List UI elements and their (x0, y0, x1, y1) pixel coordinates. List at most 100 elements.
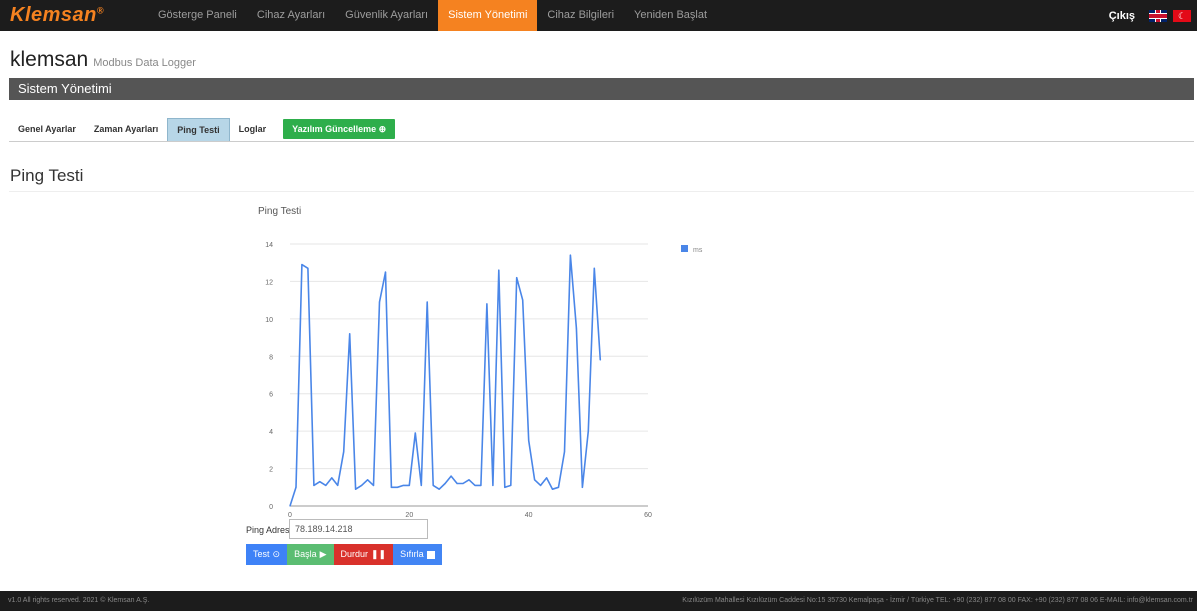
y-tick-label: 14 (265, 242, 273, 249)
data-point (486, 303, 488, 305)
data-point (540, 484, 542, 487)
data-point (402, 484, 404, 487)
tab-loglar[interactable]: Loglar (230, 118, 276, 141)
data-point (528, 439, 530, 442)
start-button-label: Başla (294, 549, 317, 559)
y-tick-label: 2 (269, 467, 273, 474)
start-button[interactable]: Başla ▶ (287, 544, 334, 565)
tab-yazilim-guncelleme-button[interactable]: Yazılım Güncelleme ⊕ (283, 119, 396, 139)
settings-tabs: Genel Ayarlar Zaman Ayarları Ping Testi … (9, 118, 1194, 142)
data-point (581, 486, 583, 488)
data-point (319, 481, 321, 483)
x-tick-label: 60 (644, 512, 652, 519)
y-tick-label: 0 (269, 504, 273, 511)
data-point (361, 484, 363, 487)
data-point (289, 505, 291, 507)
nav-item-gosterge-paneli[interactable]: Gösterge Paneli (148, 0, 247, 31)
data-point (408, 484, 410, 487)
data-point (426, 301, 428, 303)
data-point (516, 277, 518, 279)
ping-address-input[interactable] (289, 519, 428, 539)
y-tick-label: 10 (265, 317, 273, 324)
data-point (593, 267, 595, 269)
stop-button[interactable]: Durdur ❚❚ (333, 544, 394, 565)
y-tick-label: 12 (265, 279, 273, 286)
data-point (468, 479, 470, 481)
footer-copyright: v1.0 All rights reserved. 2021 © Klemsan… (8, 597, 150, 604)
x-tick-label: 40 (525, 512, 533, 519)
footer: v1.0 All rights reserved. 2021 © Klemsan… (0, 591, 1197, 611)
brand-subtitle: Modbus Data Logger (93, 57, 196, 69)
data-point (301, 263, 303, 266)
data-point (307, 267, 309, 269)
data-point (432, 484, 434, 487)
test-button-label: Test (253, 549, 270, 559)
nav-item-cihaz-ayarlari[interactable]: Cihaz Ayarları (247, 0, 335, 31)
heading-divider (9, 191, 1194, 192)
data-point (450, 475, 452, 477)
data-point (444, 482, 446, 485)
nav-item-yeniden-baslat[interactable]: Yeniden Başlat (624, 0, 717, 31)
data-point (414, 432, 416, 434)
data-point (462, 482, 464, 485)
data-point (331, 477, 333, 479)
x-tick-label: 0 (288, 512, 292, 519)
data-point (563, 451, 566, 453)
reset-button-label: Sıfırla (400, 549, 424, 559)
nav-item-guvenlik-ayarlari[interactable]: Güvenlik Ayarları (335, 0, 438, 31)
data-point (575, 327, 577, 329)
data-point (349, 333, 351, 335)
refresh-circle-icon: ⊙ (272, 549, 281, 559)
ping-address-label: Ping Adresi (246, 525, 292, 535)
nav-item-cihaz-bilgileri[interactable]: Cihaz Bilgileri (537, 0, 624, 31)
data-point (492, 484, 494, 487)
legend-swatch (681, 245, 688, 252)
ping-chart-svg: Ping Testi 0 2 4 6 8 10 12 14 0 20 40 60 ms (258, 206, 703, 519)
logout-link[interactable]: Çıkış (1109, 10, 1135, 22)
data-point (384, 271, 387, 273)
tab-genel-ayarlar[interactable]: Genel Ayarlar (9, 118, 85, 141)
data-point (366, 479, 369, 481)
nav-right-group: Çıkış ☾ (1109, 0, 1191, 31)
data-point (599, 359, 601, 361)
legend-label: ms (693, 247, 703, 254)
data-point (557, 486, 560, 488)
data-point (372, 484, 375, 487)
data-point (343, 451, 345, 453)
data-point (569, 254, 572, 256)
data-point (390, 486, 393, 488)
tab-ping-testi[interactable]: Ping Testi (167, 118, 230, 141)
data-point (498, 269, 500, 271)
play-icon: ▶ (319, 549, 327, 559)
reset-button[interactable]: Sıfırla (393, 544, 442, 565)
ping-controls: Test ⊙ Başla ▶ Durdur ❚❚ Sıfırla (246, 544, 442, 565)
klemsan-logo[interactable]: Klemsan® (0, 4, 148, 27)
brand-header: klemsan Modbus Data Logger (10, 48, 196, 72)
test-button[interactable]: Test ⊙ (246, 544, 288, 565)
chart-title: Ping Testi (258, 206, 301, 217)
tab-zaman-ayarlari[interactable]: Zaman Ayarları (85, 118, 167, 141)
data-point (355, 488, 357, 490)
brand-name: klemsan (10, 48, 89, 71)
data-point (545, 477, 548, 479)
data-point (438, 488, 440, 490)
x-tick-label: 20 (405, 512, 413, 519)
data-point (522, 299, 524, 301)
data-point (420, 484, 422, 487)
data-point (295, 486, 297, 488)
data-point (396, 486, 398, 488)
page-title: Ping Testi (10, 166, 84, 185)
flag-uk-icon[interactable] (1149, 9, 1167, 22)
flag-tr-icon[interactable]: ☾ (1173, 9, 1191, 22)
data-point (378, 301, 381, 303)
nav-item-sistem-yonetimi[interactable]: Sistem Yönetimi (438, 0, 538, 31)
data-point (534, 479, 536, 481)
footer-contact: Kızılüzüm Mahallesi Kızılüzüm Caddesi No… (682, 597, 1193, 604)
section-title-bar: Sistem Yönetimi (9, 78, 1194, 100)
ping-chart: Ping Testi 0 2 4 6 8 10 12 14 0 20 40 60 ms (250, 200, 730, 520)
data-point (456, 482, 458, 485)
y-tick-label: 6 (269, 392, 273, 399)
data-point (480, 484, 482, 487)
y-tick-label: 4 (269, 429, 273, 436)
data-point (313, 484, 315, 487)
